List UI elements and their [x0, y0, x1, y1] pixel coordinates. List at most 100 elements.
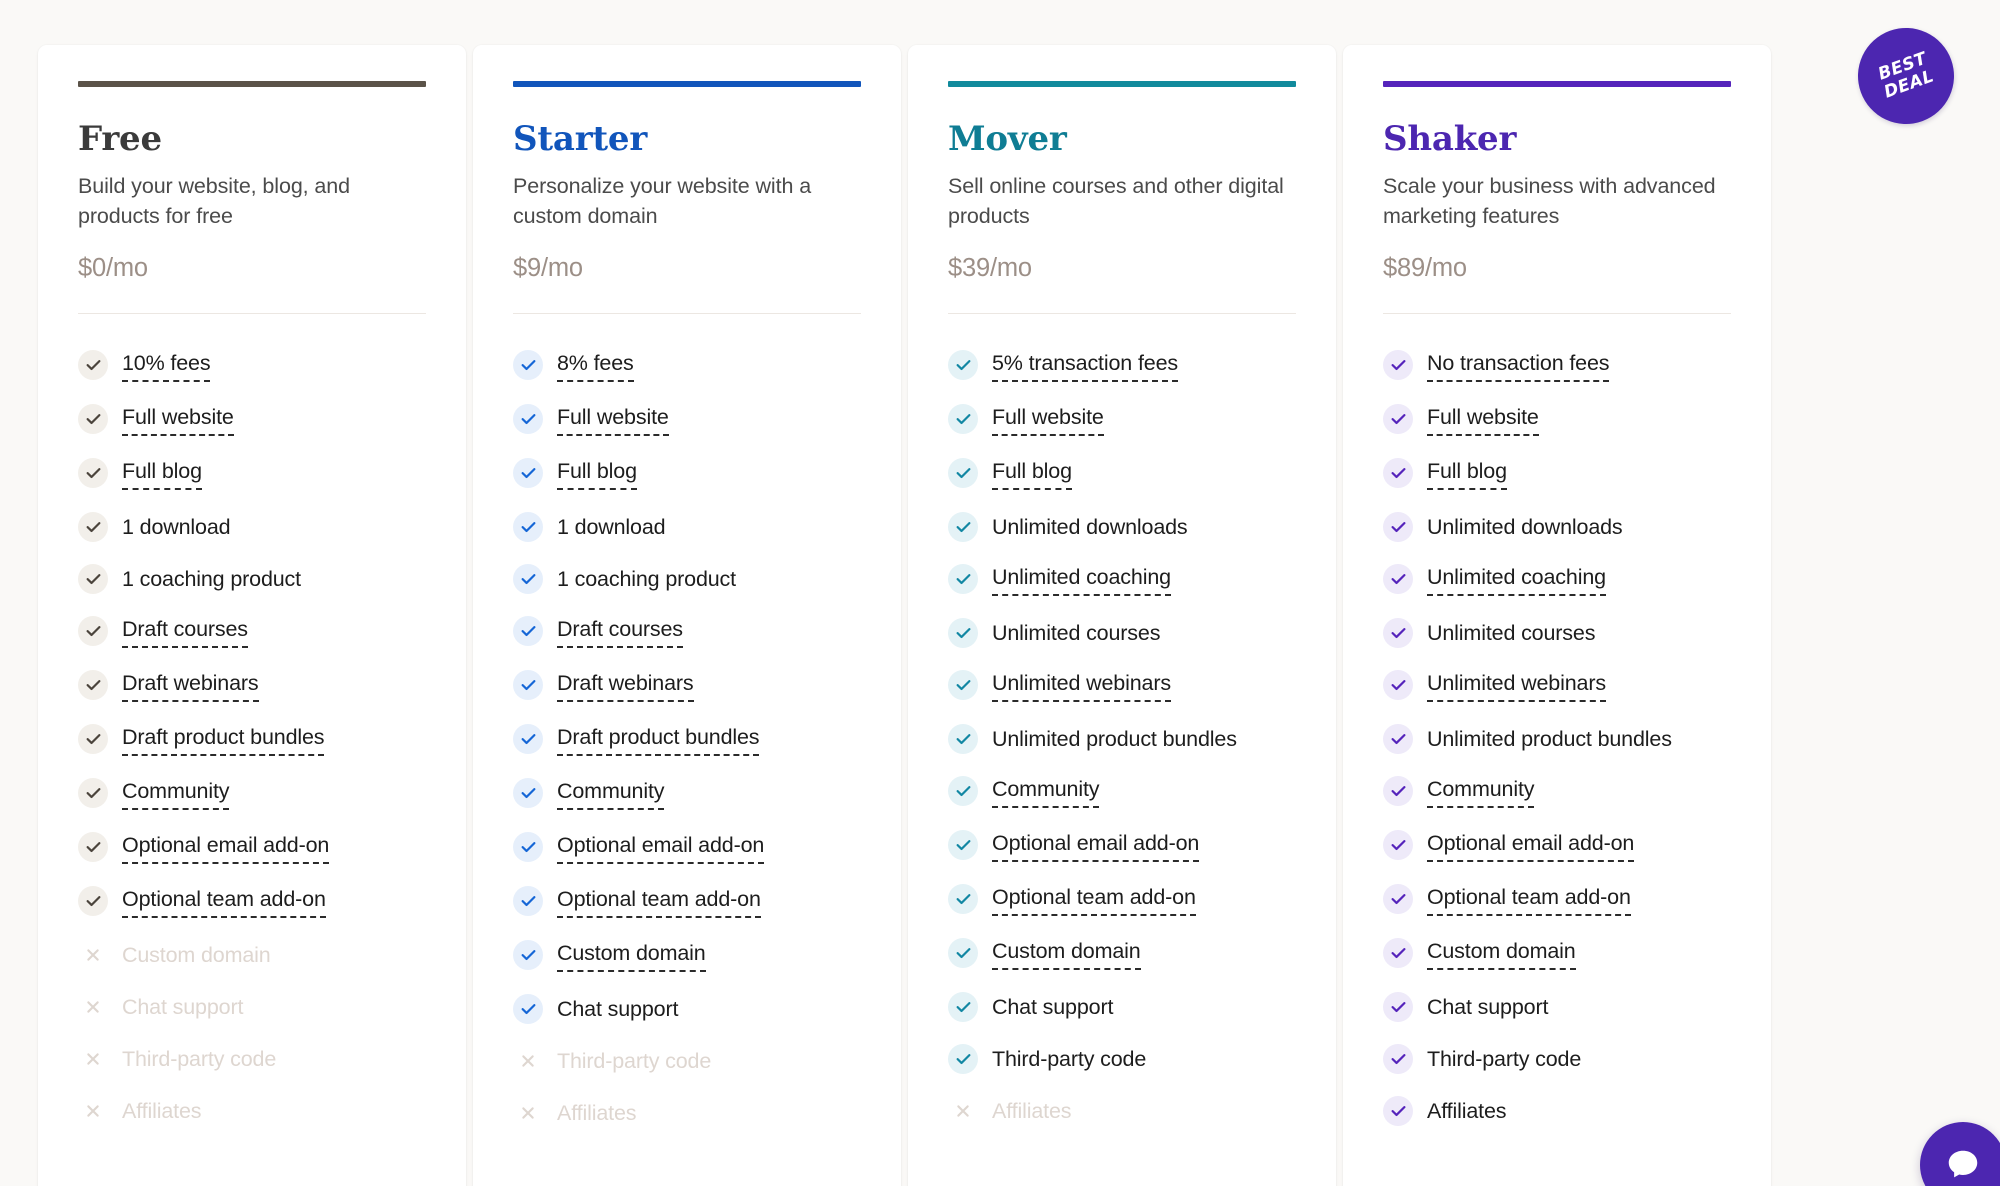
- feature-included-icon: [513, 616, 543, 647]
- feature-label: Affiliates: [557, 1101, 637, 1126]
- feature-item[interactable]: Draft webinars: [78, 670, 426, 703]
- feature-label: Draft courses: [122, 616, 248, 649]
- feature-label: Third-party code: [992, 1047, 1147, 1072]
- pricing-card-mover[interactable]: Mover Sell online courses and other digit…: [908, 45, 1336, 1186]
- check-icon: [956, 359, 970, 370]
- feature-item[interactable]: 5% transaction fees: [948, 350, 1296, 383]
- feature-label: Full website: [557, 404, 669, 437]
- feature-item[interactable]: Full blog: [1383, 458, 1731, 491]
- pricing-card-starter[interactable]: Starter Personalize your website with a c…: [473, 45, 901, 1186]
- feature-included-icon: [1383, 830, 1413, 861]
- check-icon: [956, 521, 970, 532]
- feature-item[interactable]: Draft product bundles: [513, 724, 861, 757]
- plan-name: Starter: [513, 119, 648, 159]
- feature-item[interactable]: Full website: [1383, 404, 1731, 437]
- feature-item[interactable]: Unlimited webinars: [1383, 670, 1731, 703]
- feature-label: Affiliates: [122, 1099, 202, 1124]
- feature-included-icon: [78, 832, 108, 863]
- feature-item[interactable]: Draft product bundles: [78, 724, 426, 757]
- check-icon: [1391, 413, 1405, 424]
- feature-item[interactable]: Unlimited coaching: [1383, 564, 1731, 597]
- check-icon: [956, 893, 970, 904]
- check-icon: [1391, 521, 1405, 532]
- feature-included-icon: [948, 512, 978, 543]
- feature-included-icon: [1383, 350, 1413, 381]
- check-icon: [1391, 1105, 1405, 1116]
- feature-item[interactable]: Full website: [78, 404, 426, 437]
- pricing-card-free[interactable]: Free Build your website, blog, and produc…: [38, 45, 466, 1186]
- feature-label: 1 download: [122, 515, 231, 540]
- cross-icon: [957, 1105, 969, 1118]
- feature-included-icon: [1383, 670, 1413, 701]
- card-accent-bar: [948, 81, 1296, 87]
- feature-label: Draft webinars: [122, 670, 259, 703]
- feature-item: Third-party code: [513, 1046, 861, 1076]
- feature-included-icon: [513, 458, 543, 489]
- feature-item[interactable]: Full website: [948, 404, 1296, 437]
- chat-support-button[interactable]: [1920, 1122, 2000, 1186]
- card-accent-bar: [513, 81, 861, 87]
- check-icon: [521, 679, 535, 690]
- feature-item[interactable]: Optional team add-on: [1383, 884, 1731, 917]
- feature-item[interactable]: Optional email add-on: [948, 830, 1296, 863]
- plan-name: Free: [78, 119, 162, 159]
- feature-label: Unlimited webinars: [992, 670, 1171, 703]
- feature-item: Chat support: [948, 992, 1296, 1023]
- feature-item[interactable]: Optional email add-on: [513, 832, 861, 865]
- feature-item[interactable]: Draft webinars: [513, 670, 861, 703]
- feature-item: Chat support: [1383, 992, 1731, 1023]
- feature-included-icon: [1383, 458, 1413, 489]
- feature-item[interactable]: Custom domain: [1383, 938, 1731, 971]
- feature-item[interactable]: Full blog: [78, 458, 426, 491]
- feature-item[interactable]: Optional team add-on: [78, 886, 426, 919]
- feature-item[interactable]: 8% fees: [513, 350, 861, 383]
- feature-item: Unlimited downloads: [1383, 512, 1731, 543]
- feature-item[interactable]: Community: [78, 778, 426, 811]
- feature-label: No transaction fees: [1427, 350, 1610, 383]
- feature-item[interactable]: Full blog: [513, 458, 861, 491]
- plan-price: $89/mo: [1383, 254, 1467, 283]
- check-icon: [521, 949, 535, 960]
- check-icon: [956, 573, 970, 584]
- card-divider: [1383, 313, 1731, 315]
- check-icon: [86, 733, 100, 744]
- feature-item[interactable]: Full blog: [948, 458, 1296, 491]
- feature-included-icon: [948, 884, 978, 915]
- check-icon: [1391, 359, 1405, 370]
- feature-item[interactable]: Optional team add-on: [513, 886, 861, 919]
- feature-item[interactable]: 10% fees: [78, 350, 426, 383]
- feature-item[interactable]: Full website: [513, 404, 861, 437]
- feature-item[interactable]: Optional team add-on: [948, 884, 1296, 917]
- feature-included-icon: [513, 778, 543, 809]
- pricing-card-shaker[interactable]: Shaker Scale your business with advanced …: [1343, 45, 1771, 1186]
- check-icon: [956, 1001, 970, 1012]
- feature-item[interactable]: Draft courses: [78, 616, 426, 649]
- feature-item[interactable]: Community: [1383, 776, 1731, 809]
- feature-item[interactable]: Draft courses: [513, 616, 861, 649]
- feature-item[interactable]: Community: [513, 778, 861, 811]
- feature-item[interactable]: Optional email add-on: [78, 832, 426, 865]
- feature-item[interactable]: Unlimited webinars: [948, 670, 1296, 703]
- feature-label: 1 coaching product: [557, 567, 736, 592]
- cross-icon: [522, 1055, 534, 1068]
- feature-label: Full blog: [1427, 458, 1507, 491]
- feature-label: Third-party code: [1427, 1047, 1582, 1072]
- feature-label: Unlimited coaching: [1427, 564, 1606, 597]
- feature-item[interactable]: Custom domain: [948, 938, 1296, 971]
- feature-item[interactable]: No transaction fees: [1383, 350, 1731, 383]
- feature-item: Unlimited courses: [1383, 618, 1731, 649]
- feature-included-icon: [513, 832, 543, 863]
- feature-item[interactable]: Optional email add-on: [1383, 830, 1731, 863]
- check-icon: [86, 895, 100, 906]
- feature-item[interactable]: Unlimited coaching: [948, 564, 1296, 597]
- feature-included-icon: [948, 670, 978, 701]
- feature-item[interactable]: Custom domain: [513, 940, 861, 973]
- plan-price: $0/mo: [78, 254, 148, 283]
- feature-item[interactable]: Community: [948, 776, 1296, 809]
- feature-label: Draft product bundles: [557, 724, 760, 757]
- card-divider: [513, 313, 861, 315]
- check-icon: [86, 573, 100, 584]
- feature-included-icon: [78, 512, 108, 543]
- feature-item: Chat support: [78, 992, 426, 1022]
- feature-included-icon: [78, 350, 108, 381]
